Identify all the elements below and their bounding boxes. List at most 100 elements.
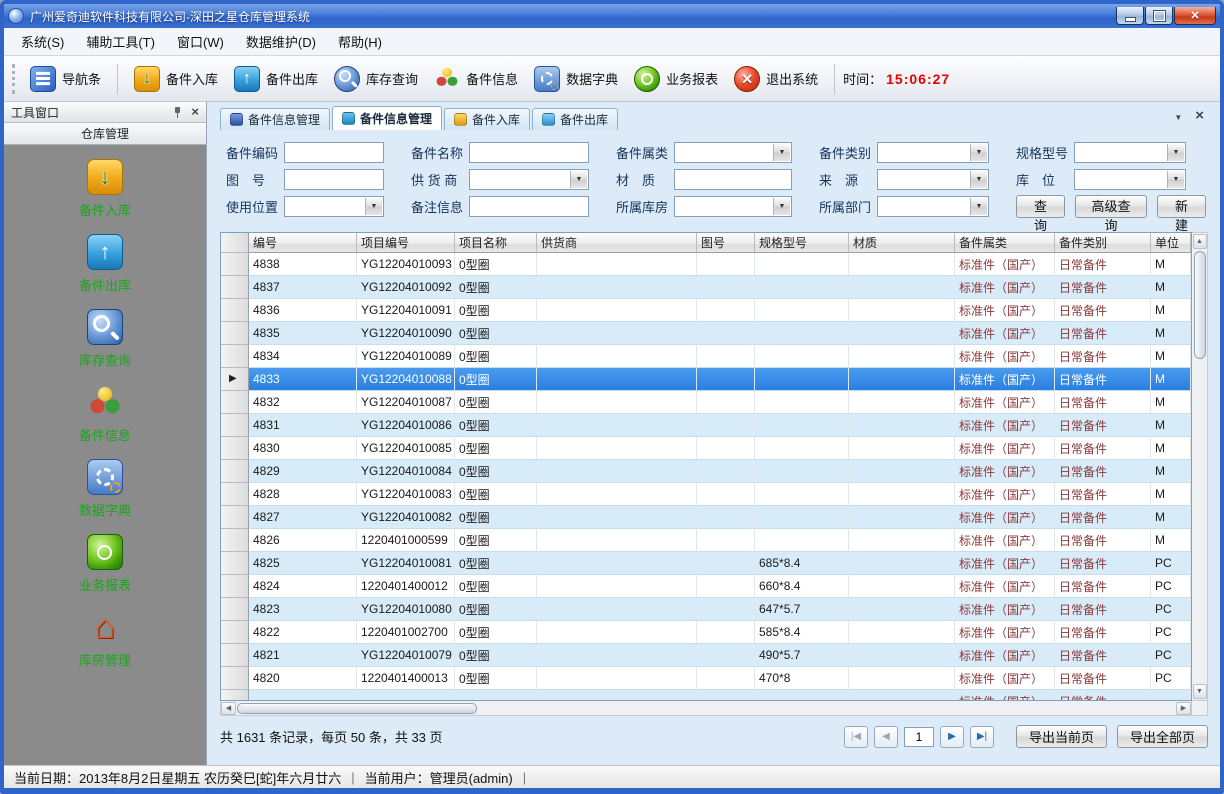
tab-label: 备件信息管理 — [248, 111, 320, 128]
code-input[interactable] — [284, 142, 384, 163]
close-icon[interactable] — [191, 105, 199, 119]
grid-row[interactable]: 4821YG122040100790型圈490*5.7标准件（国产）日常备件PC — [221, 644, 1191, 667]
column-header[interactable]: 图号 — [697, 233, 755, 253]
department-select[interactable] — [877, 196, 989, 217]
sidebar-item-dict[interactable]: 数据字典 — [79, 459, 131, 519]
tab-3[interactable]: 备件入库 — [444, 108, 530, 130]
warehouse-select[interactable] — [674, 196, 792, 217]
row-selector — [221, 575, 249, 598]
toolbar-button-outbound[interactable]: 备件出库 — [226, 62, 326, 96]
grid-cell: 647*5.7 — [755, 598, 849, 621]
grid-row[interactable]: 4825YG122040100810型圈685*8.4标准件（国产）日常备件PC — [221, 552, 1191, 575]
grid-row[interactable]: 4837YG122040100920型圈标准件（国产）日常备件M — [221, 276, 1191, 299]
menu-item-4[interactable]: 数据维护(D) — [235, 28, 327, 55]
last-page-button[interactable]: ▶| — [970, 726, 994, 748]
maximize-button[interactable] — [1145, 7, 1173, 25]
spec-select[interactable] — [1074, 142, 1186, 163]
minimize-button[interactable] — [1116, 7, 1144, 25]
horizontal-scrollbar-thumb[interactable] — [237, 703, 477, 714]
first-page-button[interactable]: |◀ — [844, 726, 868, 748]
column-header[interactable]: 备件类别 — [1055, 233, 1151, 253]
grid-row[interactable]: 4834YG122040100890型圈标准件（国产）日常备件M — [221, 345, 1191, 368]
grid-row[interactable]: 4823YG122040100800型圈647*5.7标准件（国产）日常备件PC — [221, 598, 1191, 621]
page-number-input[interactable] — [904, 727, 934, 747]
grid-row[interactable]: 482612204010005990型圈标准件（国产）日常备件M — [221, 529, 1191, 552]
supplier-select[interactable] — [469, 169, 589, 190]
drawing-input[interactable] — [284, 169, 384, 190]
export-all-pages-button[interactable]: 导出全部页 — [1117, 725, 1208, 748]
toolbar-button-inbound[interactable]: 备件入库 — [126, 62, 226, 96]
sidebar-item-house[interactable]: 库房管理 — [79, 609, 131, 669]
column-header[interactable]: 项目名称 — [455, 233, 537, 253]
column-header[interactable]: 编号 — [249, 233, 357, 253]
grid-row[interactable]: 4835YG122040100900型圈标准件（国产）日常备件M — [221, 322, 1191, 345]
grid-row[interactable]: 4830YG122040100850型圈标准件（国产）日常备件M — [221, 437, 1191, 460]
grid-row[interactable]: 4832YG122040100870型圈标准件（国产）日常备件M — [221, 391, 1191, 414]
menu-item-2[interactable]: 辅助工具(T) — [75, 28, 166, 55]
advanced-query-button[interactable]: 高级查询 — [1075, 195, 1147, 218]
sidebar-item-query[interactable]: 库存查询 — [79, 309, 131, 369]
menu-item-3[interactable]: 窗口(W) — [166, 28, 235, 55]
grid-row[interactable]: 4838YG122040100930型圈标准件（国产）日常备件M — [221, 253, 1191, 276]
column-header[interactable]: 单位 — [1151, 233, 1191, 253]
location-select[interactable] — [1074, 169, 1186, 190]
grid-row[interactable]: 4836YG122040100910型圈标准件（国产）日常备件M — [221, 299, 1191, 322]
sidebar-item-info[interactable]: 备件信息 — [79, 384, 131, 444]
column-header[interactable]: 项目编号 — [357, 233, 455, 253]
name-input[interactable] — [469, 142, 589, 163]
sidebar-item-outbound[interactable]: 备件出库 — [79, 234, 131, 294]
column-header[interactable]: 备件属类 — [955, 233, 1055, 253]
vertical-scrollbar[interactable] — [1192, 232, 1208, 701]
grid-row[interactable]: 4831YG122040100860型圈标准件（国产）日常备件M — [221, 414, 1191, 437]
grid-row[interactable]: 4827YG122040100820型圈标准件（国产）日常备件M — [221, 506, 1191, 529]
grid-row[interactable]: 4833YG122040100880型圈标准件（国产）日常备件M — [221, 368, 1191, 391]
filter-field-remark: 备注信息 — [411, 196, 589, 217]
grid-row[interactable]: 482412204014000120型圈660*8.4标准件（国产）日常备件PC — [221, 575, 1191, 598]
grid-row[interactable]: 4829YG122040100840型圈标准件（国产）日常备件M — [221, 460, 1191, 483]
grid-cell: YG12204010086 — [357, 414, 455, 437]
toolbar-button-info[interactable]: 备件信息 — [426, 62, 526, 96]
column-header[interactable]: 规格型号 — [755, 233, 849, 253]
column-header[interactable]: 材质 — [849, 233, 955, 253]
toolbar-button-nav[interactable]: 导航条 — [22, 62, 109, 96]
close-button[interactable] — [1174, 7, 1216, 25]
export-current-page-button[interactable]: 导出当前页 — [1016, 725, 1107, 748]
query-button[interactable]: 查询 — [1016, 195, 1065, 218]
category-select[interactable] — [674, 142, 792, 163]
new-button[interactable]: 新建 — [1157, 195, 1206, 218]
horizontal-scrollbar[interactable] — [220, 701, 1192, 716]
toolbar-button-report[interactable]: 业务报表 — [626, 62, 726, 96]
scroll-left-icon[interactable] — [221, 702, 236, 715]
tab-4[interactable]: 备件出库 — [532, 108, 618, 130]
grid-row[interactable]: 482012204014000130型圈470*8标准件（国产）日常备件PC — [221, 667, 1191, 690]
source-select[interactable] — [877, 169, 989, 190]
grid-row[interactable]: 4828YG122040100830型圈标准件（国产）日常备件M — [221, 483, 1191, 506]
prev-page-button[interactable]: ◀ — [874, 726, 898, 748]
vertical-scrollbar-thumb[interactable] — [1194, 251, 1206, 359]
use-position-select[interactable] — [284, 196, 384, 217]
close-icon[interactable] — [1195, 107, 1204, 125]
menu-item-1[interactable]: 系统(S) — [10, 28, 75, 55]
type-select[interactable] — [877, 142, 989, 163]
scroll-right-icon[interactable] — [1176, 702, 1191, 715]
remark-input[interactable] — [469, 196, 589, 217]
grid-row[interactable]: 标准件（国产）日常备件 — [221, 690, 1191, 701]
tab-2[interactable]: 备件信息管理 — [332, 106, 442, 130]
sidebar-item-report[interactable]: 业务报表 — [79, 534, 131, 594]
grid-row[interactable]: 482212204010027000型圈585*8.4标准件（国产）日常备件PC — [221, 621, 1191, 644]
toolbar-grip-handle[interactable] — [12, 64, 16, 94]
toolbar-button-exit[interactable]: 退出系统 — [726, 62, 826, 96]
grid-cell — [849, 552, 955, 575]
toolbar-button-dict[interactable]: 数据字典 — [526, 62, 626, 96]
scroll-up-icon[interactable] — [1193, 234, 1207, 249]
scroll-down-icon[interactable] — [1193, 684, 1207, 699]
chevron-down-icon[interactable] — [1174, 107, 1182, 125]
toolbar-button-query[interactable]: 库存查询 — [326, 62, 426, 96]
tab-1[interactable]: 备件信息管理 — [220, 108, 330, 130]
pin-icon[interactable] — [173, 107, 182, 118]
next-page-button[interactable]: ▶ — [940, 726, 964, 748]
material-input[interactable] — [674, 169, 792, 190]
menu-item-5[interactable]: 帮助(H) — [327, 28, 393, 55]
sidebar-item-inbound[interactable]: 备件入库 — [79, 159, 131, 219]
column-header[interactable]: 供货商 — [537, 233, 697, 253]
